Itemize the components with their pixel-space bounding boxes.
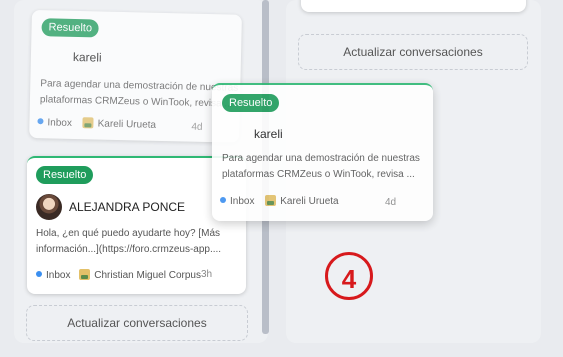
message-preview-line1: Hola, ¿en qué puedo ayudarte hoy? [Más <box>36 228 221 239</box>
inbox-dot-icon <box>36 271 42 277</box>
channel-label: Inbox <box>230 196 255 207</box>
agent-avatar-icon <box>79 269 91 280</box>
status-badge: Resuelto <box>36 166 94 184</box>
card-footer: Inbox Christian Miguel Corpus <box>36 269 201 281</box>
contact-name: ALEJANDRA PONCE <box>69 200 186 214</box>
contact-name: kareli <box>72 49 102 65</box>
message-preview-line2: información...](https://foro.crmzeus-app… <box>36 244 222 255</box>
inbox-dot-icon <box>220 197 226 203</box>
message-preview-line1: Para agendar una demostración de nuestra… <box>222 153 420 164</box>
channel-label: Inbox <box>46 270 71 281</box>
agent-avatar-icon <box>82 117 94 129</box>
conversation-card-partial[interactable] <box>301 0 526 12</box>
contact-name: kareli <box>254 127 283 141</box>
agent-name: Kareli Urueta <box>97 118 157 131</box>
inbox-dot-icon <box>37 118 44 125</box>
status-badge: Resuelto <box>222 94 280 112</box>
refresh-conversations-button-left[interactable]: Actualizar conversaciones <box>26 305 248 341</box>
status-badge: Resuelto <box>41 18 100 38</box>
card-footer: Inbox Kareli Urueta <box>220 195 339 207</box>
refresh-conversations-button-right[interactable]: Actualizar conversaciones <box>298 34 528 70</box>
card-time: 4d <box>385 197 397 208</box>
step-number-annotation: 4 <box>325 252 373 300</box>
message-preview-line2: plataformas CRMZeus o WinTook, revisa ..… <box>222 169 415 180</box>
agent-name: Kareli Urueta <box>280 196 339 207</box>
conversation-card-dragging[interactable]: Resuelto kareli Para agendar una demostr… <box>212 83 433 221</box>
card-footer: Inbox Kareli Urueta <box>37 116 156 131</box>
contact-avatar <box>36 194 62 220</box>
card-time: 3h <box>201 269 213 280</box>
conversation-card-kareli-ghost[interactable]: Resuelto kareli Para agendar una demostr… <box>29 10 242 143</box>
card-time: 4d <box>191 121 203 133</box>
channel-label: Inbox <box>47 117 73 129</box>
agent-avatar-icon <box>265 195 277 206</box>
agent-name: Christian Miguel Corpus <box>94 270 201 281</box>
message-preview-line2: plataformas CRMZeus o WinTook, revisa ..… <box>39 94 233 110</box>
